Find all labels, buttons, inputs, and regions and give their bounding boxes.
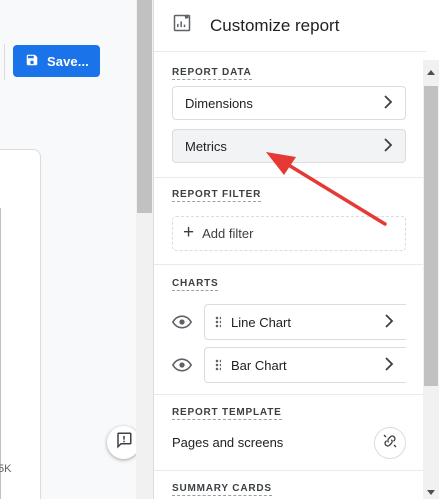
section-heading-report-data: REPORT DATA	[172, 67, 252, 80]
section-heading-charts: CHARTS	[172, 278, 219, 291]
line-chart-label: Line Chart	[231, 314, 291, 330]
drag-handle-icon[interactable]	[215, 359, 221, 371]
bar-chart-label: Bar Chart	[231, 357, 287, 373]
scroll-up-arrow-icon[interactable]	[427, 70, 435, 75]
save-button[interactable]: Save...	[13, 45, 100, 77]
chart-card	[0, 149, 41, 499]
screen: Save... 5K Customize report REPORT DATA …	[0, 0, 439, 499]
eye-icon[interactable]	[172, 315, 204, 329]
section-heading-report-template: REPORT TEMPLATE	[172, 407, 282, 420]
dimensions-button[interactable]: Dimensions	[172, 86, 406, 120]
save-icon	[25, 53, 39, 70]
unlink-template-button[interactable]	[374, 427, 406, 459]
metrics-label: Metrics	[185, 138, 227, 154]
bar-chart-item[interactable]: Bar Chart	[204, 347, 406, 383]
section-divider	[154, 470, 424, 471]
section-divider	[154, 264, 424, 265]
metrics-button[interactable]: Metrics	[172, 129, 406, 163]
panel-title: Customize report	[210, 15, 340, 35]
chart-axis-line	[0, 208, 1, 499]
feedback-icon	[115, 431, 133, 454]
scroll-down-arrow-icon[interactable]	[427, 490, 435, 495]
add-filter-button[interactable]: + Add filter	[172, 216, 406, 251]
axis-tick-label: 5K	[0, 463, 12, 475]
panel-header: Customize report	[154, 0, 426, 52]
section-divider	[154, 394, 424, 395]
chevron-right-icon	[383, 94, 393, 112]
toolbar-divider	[4, 44, 5, 80]
section-divider	[154, 177, 424, 178]
chart-row-line: Line Chart	[172, 304, 406, 340]
chevron-right-icon	[383, 137, 393, 155]
section-heading-summary-cards: SUMMARY CARDS	[172, 483, 272, 496]
drag-handle-icon[interactable]	[215, 316, 221, 328]
section-heading-report-filter: REPORT FILTER	[172, 189, 262, 202]
eye-icon[interactable]	[172, 358, 204, 372]
dimensions-label: Dimensions	[185, 95, 253, 111]
plus-icon: +	[183, 222, 195, 243]
report-customize-icon	[172, 13, 192, 38]
customize-report-panel: Customize report REPORT DATA Dimensions …	[153, 0, 439, 499]
chart-row-bar: Bar Chart	[172, 347, 406, 383]
chevron-right-icon	[384, 356, 394, 374]
save-button-label: Save...	[47, 53, 89, 69]
add-filter-label: Add filter	[202, 226, 254, 241]
chevron-right-icon	[384, 313, 394, 331]
panel-scrollbar-thumb[interactable]	[424, 86, 438, 386]
left-scrollbar-thumb[interactable]	[137, 0, 152, 213]
report-template-value: Pages and screens	[172, 435, 284, 450]
line-chart-item[interactable]: Line Chart	[204, 304, 406, 340]
unlink-icon	[382, 433, 398, 454]
